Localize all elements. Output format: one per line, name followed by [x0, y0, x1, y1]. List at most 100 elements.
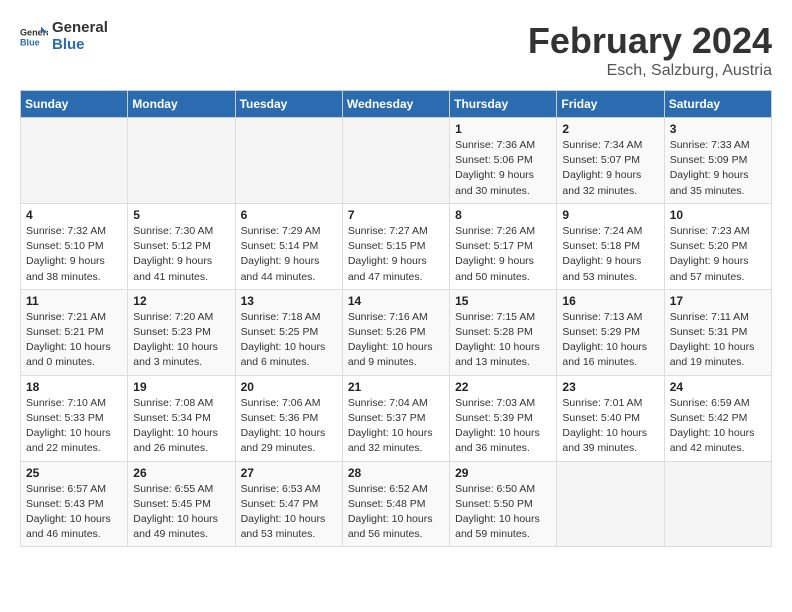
- day-number: 21: [348, 380, 444, 394]
- logo-icon: General Blue: [20, 23, 48, 51]
- day-number: 24: [670, 380, 766, 394]
- day-number: 11: [26, 294, 122, 308]
- calendar-cell: [128, 118, 235, 204]
- day-number: 26: [133, 466, 229, 480]
- day-number: 18: [26, 380, 122, 394]
- day-number: 10: [670, 208, 766, 222]
- day-detail: Sunrise: 6:52 AM Sunset: 5:48 PM Dayligh…: [348, 482, 444, 543]
- calendar-cell: 9 Sunrise: 7:24 AM Sunset: 5:18 PM Daylig…: [557, 203, 664, 289]
- day-detail: Sunrise: 7:06 AM Sunset: 5:36 PM Dayligh…: [241, 396, 337, 457]
- calendar-cell: 11 Sunrise: 7:21 AM Sunset: 5:21 PM Dayli…: [21, 289, 128, 375]
- calendar-cell: 15Sunrise: 7:15 AM Sunset: 5:28 PM Dayli…: [450, 289, 557, 375]
- calendar-cell: 12Sunrise: 7:20 AM Sunset: 5:23 PM Dayli…: [128, 289, 235, 375]
- calendar-cell: 25 Sunrise: 6:57 AM Sunset: 5:43 PM Dayli…: [21, 461, 128, 547]
- day-detail: Sunrise: 7:33 AM Sunset: 5:09 PM Dayligh…: [670, 138, 766, 199]
- calendar-cell: 3 Sunrise: 7:33 AM Sunset: 5:09 PM Daylig…: [664, 118, 771, 204]
- day-number: 7: [348, 208, 444, 222]
- calendar-cell: 26 Sunrise: 6:55 AM Sunset: 5:45 PM Dayli…: [128, 461, 235, 547]
- day-detail: Sunrise: 6:55 AM Sunset: 5:45 PM Dayligh…: [133, 482, 229, 543]
- day-number: 6: [241, 208, 337, 222]
- title-block: February 2024 Esch, Salzburg, Austria: [528, 20, 772, 80]
- day-number: 17: [670, 294, 766, 308]
- day-detail: Sunrise: 6:57 AM Sunset: 5:43 PM Dayligh…: [26, 482, 122, 543]
- calendar-cell: 16Sunrise: 7:13 AM Sunset: 5:29 PM Dayli…: [557, 289, 664, 375]
- day-detail: Sunrise: 7:20 AM Sunset: 5:23 PM Dayligh…: [133, 310, 229, 371]
- calendar-cell: 21 Sunrise: 7:04 AM Sunset: 5:37 PM Dayli…: [342, 375, 449, 461]
- calendar-week-2: 4 Sunrise: 7:32 AM Sunset: 5:10 PM Daylig…: [21, 203, 772, 289]
- day-number: 25: [26, 466, 122, 480]
- day-detail: Sunrise: 7:24 AM Sunset: 5:18 PM Dayligh…: [562, 224, 658, 285]
- day-detail: Sunrise: 7:23 AM Sunset: 5:20 PM Dayligh…: [670, 224, 766, 285]
- calendar-cell: 20 Sunrise: 7:06 AM Sunset: 5:36 PM Dayli…: [235, 375, 342, 461]
- calendar-cell: 4 Sunrise: 7:32 AM Sunset: 5:10 PM Daylig…: [21, 203, 128, 289]
- calendar-cell: 6 Sunrise: 7:29 AM Sunset: 5:14 PM Daylig…: [235, 203, 342, 289]
- calendar-cell: [342, 118, 449, 204]
- day-detail: Sunrise: 7:16 AM Sunset: 5:26 PM Dayligh…: [348, 310, 444, 371]
- calendar-week-1: 1 Sunrise: 7:36 AM Sunset: 5:06 PM Daylig…: [21, 118, 772, 204]
- calendar-cell: [235, 118, 342, 204]
- calendar-cell: 22Sunrise: 7:03 AM Sunset: 5:39 PM Dayli…: [450, 375, 557, 461]
- calendar-cell: 17 Sunrise: 7:11 AM Sunset: 5:31 PM Dayli…: [664, 289, 771, 375]
- day-number: 4: [26, 208, 122, 222]
- day-number: 14: [348, 294, 444, 308]
- day-detail: Sunrise: 7:11 AM Sunset: 5:31 PM Dayligh…: [670, 310, 766, 371]
- page-header: General Blue General Blue February 2024 …: [20, 20, 772, 80]
- svg-text:General: General: [20, 27, 48, 37]
- day-number: 13: [241, 294, 337, 308]
- calendar-subtitle: Esch, Salzburg, Austria: [528, 62, 772, 80]
- logo-text: General Blue: [52, 20, 108, 53]
- calendar-cell: 10 Sunrise: 7:23 AM Sunset: 5:20 PM Dayli…: [664, 203, 771, 289]
- calendar-cell: 24 Sunrise: 6:59 AM Sunset: 5:42 PM Dayli…: [664, 375, 771, 461]
- calendar-cell: 19 Sunrise: 7:08 AM Sunset: 5:34 PM Dayli…: [128, 375, 235, 461]
- calendar-cell: 1 Sunrise: 7:36 AM Sunset: 5:06 PM Daylig…: [450, 118, 557, 204]
- calendar-cell: 28Sunrise: 6:52 AM Sunset: 5:48 PM Dayli…: [342, 461, 449, 547]
- calendar-week-5: 25 Sunrise: 6:57 AM Sunset: 5:43 PM Dayli…: [21, 461, 772, 547]
- day-number: 27: [241, 466, 337, 480]
- calendar-week-3: 11 Sunrise: 7:21 AM Sunset: 5:21 PM Dayli…: [21, 289, 772, 375]
- day-number: 9: [562, 208, 658, 222]
- day-detail: Sunrise: 7:15 AM Sunset: 5:28 PM Dayligh…: [455, 310, 551, 371]
- calendar-table: SundayMondayTuesdayWednesdayThursdayFrid…: [20, 90, 772, 547]
- logo: General Blue General Blue: [20, 20, 108, 53]
- day-number: 29: [455, 466, 551, 480]
- day-detail: Sunrise: 7:32 AM Sunset: 5:10 PM Dayligh…: [26, 224, 122, 285]
- day-number: 19: [133, 380, 229, 394]
- day-detail: Sunrise: 7:18 AM Sunset: 5:25 PM Dayligh…: [241, 310, 337, 371]
- calendar-cell: 7 Sunrise: 7:27 AM Sunset: 5:15 PM Daylig…: [342, 203, 449, 289]
- calendar-week-4: 18 Sunrise: 7:10 AM Sunset: 5:33 PM Dayli…: [21, 375, 772, 461]
- day-number: 3: [670, 122, 766, 136]
- svg-text:Blue: Blue: [20, 37, 40, 47]
- calendar-cell: 23 Sunrise: 7:01 AM Sunset: 5:40 PM Dayli…: [557, 375, 664, 461]
- calendar-cell: 8Sunrise: 7:26 AM Sunset: 5:17 PM Daylig…: [450, 203, 557, 289]
- day-detail: Sunrise: 6:50 AM Sunset: 5:50 PM Dayligh…: [455, 482, 551, 543]
- day-number: 20: [241, 380, 337, 394]
- day-header-sunday: Sunday: [21, 91, 128, 118]
- calendar-cell: 13 Sunrise: 7:18 AM Sunset: 5:25 PM Dayli…: [235, 289, 342, 375]
- day-number: 22: [455, 380, 551, 394]
- day-detail: Sunrise: 7:04 AM Sunset: 5:37 PM Dayligh…: [348, 396, 444, 457]
- day-detail: Sunrise: 7:36 AM Sunset: 5:06 PM Dayligh…: [455, 138, 551, 199]
- day-detail: Sunrise: 7:01 AM Sunset: 5:40 PM Dayligh…: [562, 396, 658, 457]
- calendar-cell: [664, 461, 771, 547]
- day-number: 23: [562, 380, 658, 394]
- day-detail: Sunrise: 7:29 AM Sunset: 5:14 PM Dayligh…: [241, 224, 337, 285]
- day-detail: Sunrise: 6:53 AM Sunset: 5:47 PM Dayligh…: [241, 482, 337, 543]
- day-header-tuesday: Tuesday: [235, 91, 342, 118]
- day-detail: Sunrise: 6:59 AM Sunset: 5:42 PM Dayligh…: [670, 396, 766, 457]
- day-number: 16: [562, 294, 658, 308]
- day-header-saturday: Saturday: [664, 91, 771, 118]
- calendar-cell: 5Sunrise: 7:30 AM Sunset: 5:12 PM Daylig…: [128, 203, 235, 289]
- day-detail: Sunrise: 7:30 AM Sunset: 5:12 PM Dayligh…: [133, 224, 229, 285]
- day-detail: Sunrise: 7:08 AM Sunset: 5:34 PM Dayligh…: [133, 396, 229, 457]
- day-header-friday: Friday: [557, 91, 664, 118]
- calendar-cell: 14 Sunrise: 7:16 AM Sunset: 5:26 PM Dayli…: [342, 289, 449, 375]
- day-detail: Sunrise: 7:21 AM Sunset: 5:21 PM Dayligh…: [26, 310, 122, 371]
- day-detail: Sunrise: 7:10 AM Sunset: 5:33 PM Dayligh…: [26, 396, 122, 457]
- calendar-cell: 29 Sunrise: 6:50 AM Sunset: 5:50 PM Dayli…: [450, 461, 557, 547]
- day-header-wednesday: Wednesday: [342, 91, 449, 118]
- day-header-monday: Monday: [128, 91, 235, 118]
- day-detail: Sunrise: 7:27 AM Sunset: 5:15 PM Dayligh…: [348, 224, 444, 285]
- calendar-cell: 27 Sunrise: 6:53 AM Sunset: 5:47 PM Dayli…: [235, 461, 342, 547]
- calendar-cell: [557, 461, 664, 547]
- day-number: 1: [455, 122, 551, 136]
